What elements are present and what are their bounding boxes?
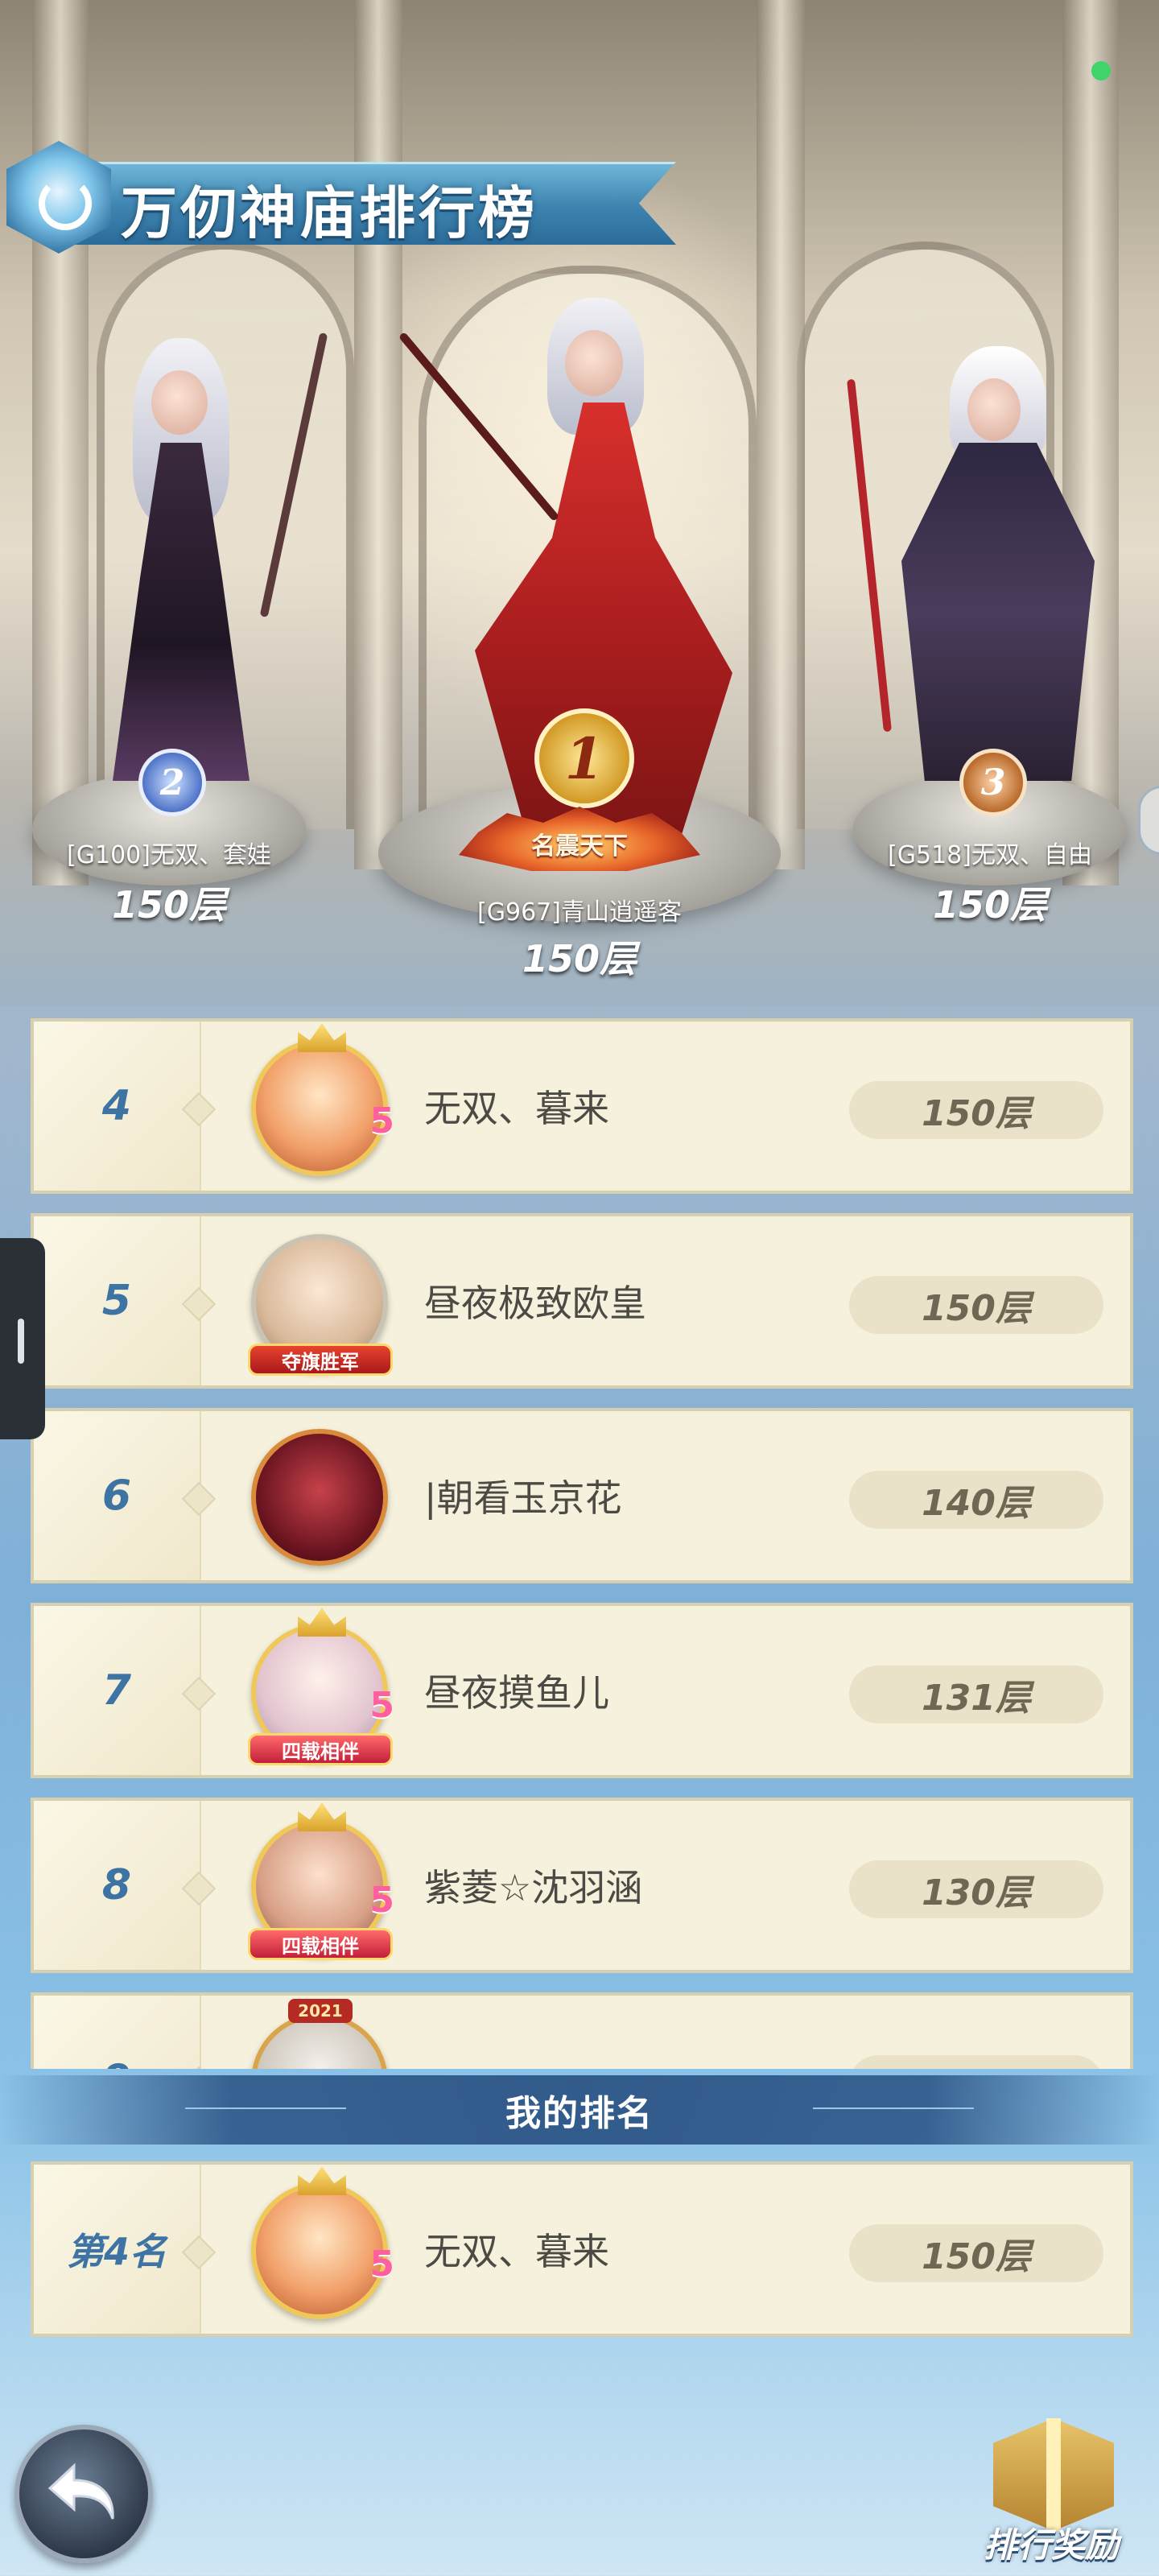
gift-ribbon	[1046, 2418, 1061, 2531]
avatar-badge: 夺旗胜军	[248, 1344, 393, 1376]
rank-3-medal-icon: 3	[959, 749, 1027, 816]
player-name: 昼夜摸鱼儿	[424, 1671, 609, 1715]
player-name: |朝看玉京花	[424, 1476, 622, 1520]
status-indicator	[1091, 61, 1111, 80]
pillar	[354, 0, 402, 869]
podium-3-name: [G518]无双、自由	[888, 841, 1092, 869]
my-avatar[interactable]: 5	[251, 2166, 394, 2319]
rank-number: 4	[101, 1082, 132, 1130]
floor-count: 150层	[849, 1081, 1103, 1139]
player-name: 昼夜极致欧皇	[424, 1282, 646, 1325]
rank-number: 9	[34, 1996, 200, 2069]
my-rank-header: 我的排名	[0, 2075, 1159, 2145]
ranking-reward-label: 排行奖励	[983, 2525, 1119, 2565]
floor-count: 140层	[849, 1471, 1103, 1529]
hero-rank-3[interactable]	[829, 346, 1103, 781]
my-rank-row[interactable]: 第4名 5 无双、暮来 150层	[31, 2161, 1133, 2337]
player-avatar[interactable]: 2021	[251, 1999, 388, 2069]
rank-number: 6	[101, 1472, 132, 1520]
player-name: 无双、暮来	[424, 1087, 609, 1130]
player-avatar[interactable]	[251, 1429, 388, 1566]
ranking-row[interactable]: 7 5 四载相伴 昼夜摸鱼儿 131层	[31, 1603, 1133, 1778]
back-arrow-icon	[47, 2462, 114, 2520]
rank-number: 5	[101, 1277, 132, 1325]
avatar-badge: 四载相伴	[248, 1733, 393, 1765]
floor-count: 130层	[849, 1860, 1103, 1918]
hero-rank-2[interactable]	[56, 322, 328, 781]
ranking-list[interactable]: 4 5 无双、暮来 150层 5 夺旗胜军 昼夜极致欧皇 150层 6 |朝看玉…	[31, 1018, 1133, 2069]
ranking-reward-button[interactable]: 排行奖励	[963, 2410, 1140, 2571]
back-button[interactable]	[14, 2425, 153, 2563]
ranking-row[interactable]: 4 5 无双、暮来 150层	[31, 1018, 1133, 1194]
side-drawer-handle[interactable]	[0, 1238, 45, 1439]
podium-2-name: [G100]无双、套娃	[67, 841, 271, 869]
my-floor-count: 150层	[849, 2224, 1103, 2282]
podium-1-name: [G967]青山逍遥客	[477, 898, 682, 927]
floor-count	[849, 2055, 1103, 2069]
my-rank-number: 第4名	[66, 2230, 167, 2273]
player-avatar[interactable]: 5 四载相伴	[248, 1608, 394, 1765]
rank-1-medal-icon: 1	[534, 708, 634, 808]
pillar	[757, 0, 805, 869]
player-avatar[interactable]: 夺旗胜军	[248, 1234, 393, 1376]
podium-2-floors: 150层	[111, 883, 227, 927]
player-avatar[interactable]: 5 四载相伴	[248, 1802, 394, 1960]
ranking-row[interactable]: 6 |朝看玉京花 140层	[31, 1408, 1133, 1583]
my-rank-label: 我的排名	[505, 2093, 654, 2134]
podium-1-floors: 150层	[522, 937, 637, 980]
rank-number: 8	[101, 1861, 132, 1909]
podium-3-floors: 150层	[932, 883, 1048, 927]
my-player-name: 无双、暮来	[424, 2230, 609, 2273]
ranking-row[interactable]: 9 2021	[31, 1992, 1133, 2069]
avatar-badge: 四载相伴	[248, 1928, 393, 1960]
ranking-row[interactable]: 5 夺旗胜军 昼夜极致欧皇 150层	[31, 1213, 1133, 1389]
page-title: 万仞神庙排行榜	[121, 180, 538, 246]
player-name: 紫菱☆沈羽涵	[424, 1866, 643, 1909]
ranking-row[interactable]: 8 5 四载相伴 紫菱☆沈羽涵 130层	[31, 1798, 1133, 1973]
floor-count: 131层	[849, 1666, 1103, 1724]
rank-2-medal-icon: 2	[138, 749, 206, 816]
floor-count: 150层	[849, 1276, 1103, 1334]
rank-number: 7	[101, 1666, 132, 1715]
avatar-year-badge: 2021	[288, 1999, 353, 2023]
player-avatar[interactable]: 5	[251, 1023, 394, 1176]
title-banner: 万仞神庙排行榜	[0, 141, 684, 254]
